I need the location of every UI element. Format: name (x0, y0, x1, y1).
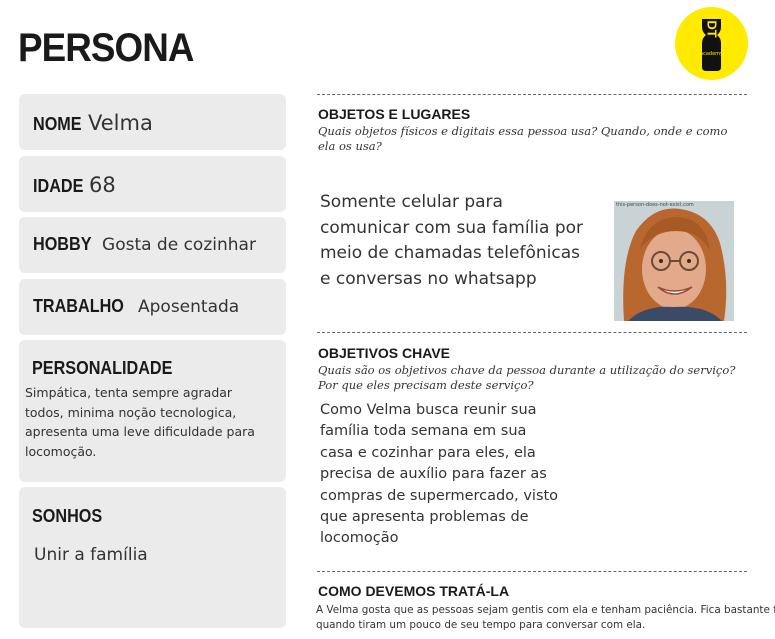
section-divider (317, 94, 747, 95)
personality-text: Simpática, tenta sempre agradar todos, m… (25, 385, 255, 459)
personality-label: PERSONALIDADE (32, 358, 173, 378)
age-value: 68 (89, 173, 116, 197)
objects-section-body: Somente celular para comunicar com sua f… (320, 192, 584, 289)
goals-section-subtitle: Quais são os objetivos chave da pessoa d… (318, 363, 736, 392)
job-label: TRABALHO (33, 296, 124, 316)
logo-subtext: academy (700, 51, 723, 57)
hobby-card: HOBBY Gosta de cozinhar (19, 217, 286, 273)
hobby-value: Gosta de cozinhar (102, 235, 256, 255)
treatment-section-title: COMO DEVEMOS TRATÁ-LA (318, 583, 510, 599)
age-card: IDADE 68 (19, 156, 286, 212)
section-divider (317, 571, 747, 572)
job-value: Aposentada (138, 297, 240, 317)
objects-section-subtitle: Quais objetos físicos e digitais essa pe… (318, 124, 728, 153)
section-divider (317, 332, 747, 333)
dreams-label: SONHOS (32, 506, 103, 526)
name-value: Velma (88, 111, 153, 135)
goals-section-body: Como Velma busca reunir sua família toda… (320, 402, 559, 547)
photo-caption: this-person-does-not-exist.com (616, 202, 694, 208)
goals-section-title: OBJETIVOS CHAVE (318, 345, 450, 361)
age-label: IDADE (33, 176, 84, 196)
page-title: PERSONA (18, 26, 194, 70)
objects-section-title: OBJETOS E LUGARES (318, 106, 471, 122)
treatment-section-body: A Velma gosta que as pessoas sejam genti… (316, 604, 775, 631)
hobby-label: HOBBY (33, 234, 92, 254)
persona-photo: this-person-does-not-exist.com (614, 201, 734, 321)
dt-academy-logo-mark: DT academy (700, 19, 723, 71)
persona-portrait (614, 201, 734, 321)
job-card: TRABALHO Aposentada (19, 279, 286, 335)
name-label: NOME (33, 114, 82, 134)
logo-letters: DT (705, 20, 720, 37)
dt-academy-logo: DT academy (675, 7, 748, 80)
dreams-card: SONHOS Unir a família (19, 487, 286, 628)
personality-card: PERSONALIDADE Simpática, tenta sempre ag… (19, 340, 286, 482)
name-card: NOME Velma (19, 94, 286, 150)
dreams-value: Unir a família (34, 545, 148, 565)
